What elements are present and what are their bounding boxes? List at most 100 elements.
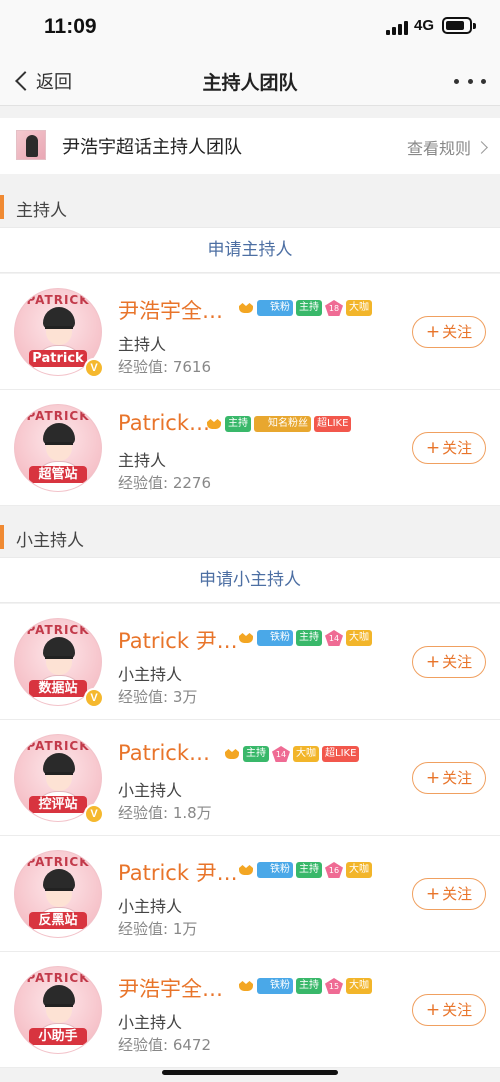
section-accent-bar	[0, 195, 4, 219]
avatar-arc-text: PATRICK	[26, 855, 90, 869]
plus-icon: +	[425, 322, 441, 342]
badge: 主持	[296, 862, 322, 878]
follow-button[interactable]: + 关注	[412, 432, 486, 464]
member-badges: 铁粉 主持 15 大咖	[238, 978, 372, 994]
member-name[interactable]: Patrick…	[118, 411, 210, 435]
follow-button[interactable]: + 关注	[412, 994, 486, 1026]
section-title: 主持人	[16, 201, 67, 221]
badge: 主持	[225, 416, 251, 432]
member-row[interactable]: PATRICK 超管站 Patrick… 主持 知名粉丝 超LIKE 主持人经验值: 227…	[0, 390, 500, 506]
crown-icon	[238, 978, 254, 994]
apply-host-button[interactable]: 申请主持人	[0, 227, 500, 273]
member-avatar[interactable]: PATRICK 小助手	[14, 966, 102, 1054]
section-header-hosts: 主持人	[0, 187, 500, 227]
follow-label: 关注	[442, 323, 473, 341]
plus-icon: +	[425, 438, 441, 458]
level-icon: 14	[325, 630, 343, 646]
badge: 主持	[296, 300, 322, 316]
member-role: 小主持人	[118, 781, 183, 800]
member-badges: 主持 知名粉丝 超LIKE	[206, 416, 352, 432]
member-row[interactable]: PATRICK 小助手 尹浩宇全… 铁粉 主持 15 大咖 小主持人 经验值: 6472 + 关注	[0, 952, 500, 1068]
badge: 超LIKE	[322, 746, 360, 762]
follow-label: 关注	[442, 1001, 473, 1019]
apply-sub-host-button[interactable]: 申请小主持人	[0, 557, 500, 603]
avatar-arc-text: PATRICK	[26, 623, 90, 637]
section-accent-bar	[0, 525, 4, 549]
view-rules-link[interactable]: 查看规则	[406, 135, 488, 159]
avatar-arc-text: PATRICK	[26, 409, 90, 423]
avatar-stamp-text: Patrick	[29, 350, 87, 367]
avatar-stamp-text: 控评站	[29, 796, 87, 813]
member-exp: 经验值: 7616	[118, 358, 211, 376]
member-name[interactable]: Patrick 尹…	[118, 625, 238, 655]
topic-row[interactable]: 尹浩宇超话主持人团队 查看规则	[0, 118, 500, 174]
badge: 铁粉	[257, 978, 293, 994]
topic-name: 尹浩宇超话主持人团队	[62, 137, 242, 158]
member-name[interactable]: Patrick 尹…	[118, 857, 238, 887]
member-exp: 经验值: 3万	[118, 688, 198, 706]
member-badges: 铁粉 主持 18 大咖	[238, 300, 372, 316]
badge: 主持	[296, 630, 322, 646]
badge: 大咖	[293, 746, 319, 762]
view-rules-label: 查看规则	[406, 139, 471, 158]
plus-icon: +	[425, 768, 441, 788]
member-avatar[interactable]: PATRICK 超管站	[14, 404, 102, 492]
member-name[interactable]: 尹浩宇全…	[118, 295, 223, 325]
member-role: 主持人	[118, 451, 167, 470]
badge: 大咖	[346, 978, 372, 994]
member-role: 小主持人	[118, 897, 183, 916]
badge: 大咖	[346, 630, 372, 646]
plus-icon: +	[425, 652, 441, 672]
member-row[interactable]: PATRICK 控评站 V Patrick… 主持 14 大咖 超LIKE 小主持人 经验值: 1…	[0, 720, 500, 836]
crown-icon	[238, 300, 254, 316]
member-row[interactable]: PATRICK Patrick V 尹浩宇全… 铁粉 主持 18 大咖 主持人 经验值: 7616…	[0, 274, 500, 390]
member-exp: 经验值: 2276	[118, 474, 211, 492]
badge: 大咖	[346, 300, 372, 316]
topic-thumbnail	[16, 130, 46, 160]
follow-label: 关注	[442, 769, 473, 787]
signal-icon	[386, 19, 408, 35]
level-icon: 16	[325, 862, 343, 878]
badge: 超LIKE	[314, 416, 352, 432]
member-name[interactable]: Patrick…	[118, 741, 210, 765]
member-row[interactable]: PATRICK 数据站 V Patrick 尹… 铁粉 主持 14 大咖 小主持人 经验值: 3万…	[0, 604, 500, 720]
follow-button[interactable]: + 关注	[412, 316, 486, 348]
member-row[interactable]: PATRICK 反黑站 Patrick 尹… 铁粉 主持 16 大咖小主持人经验值: 1万 +…	[0, 836, 500, 952]
member-role: 主持人	[118, 335, 167, 354]
member-exp: 经验值: 1万	[118, 920, 198, 938]
crown-icon	[238, 630, 254, 646]
nav-bar: 返回 主持人团队	[0, 56, 500, 106]
status-time: 11:09	[44, 15, 97, 38]
level-icon: 14	[272, 746, 290, 762]
crown-icon	[238, 862, 254, 878]
member-name[interactable]: 尹浩宇全…	[118, 973, 223, 1003]
follow-label: 关注	[442, 653, 473, 671]
network-label: 4G	[414, 17, 435, 34]
page-title: 主持人团队	[202, 72, 298, 94]
verified-icon: V	[84, 804, 104, 824]
verified-icon: V	[84, 688, 104, 708]
badge: 铁粉	[257, 630, 293, 646]
avatar-stamp-text: 小助手	[29, 1028, 87, 1045]
follow-button[interactable]: + 关注	[412, 878, 486, 910]
member-badges: 铁粉 主持 14 大咖	[238, 630, 372, 646]
avatar-arc-text: PATRICK	[26, 293, 90, 307]
member-exp: 经验值: 6472	[118, 1036, 211, 1054]
follow-button[interactable]: + 关注	[412, 762, 486, 794]
battery-icon	[442, 17, 476, 34]
badge: 主持	[243, 746, 269, 762]
member-role: 小主持人	[118, 665, 183, 684]
crown-icon	[224, 746, 240, 762]
follow-label: 关注	[442, 885, 473, 903]
member-avatar[interactable]: PATRICK 反黑站	[14, 850, 102, 938]
badge: 主持	[296, 978, 322, 994]
avatar-arc-text: PATRICK	[26, 739, 90, 753]
chevron-right-icon	[475, 140, 488, 154]
follow-button[interactable]: + 关注	[412, 646, 486, 678]
follow-label: 关注	[442, 439, 473, 457]
home-indicator[interactable]	[162, 1070, 338, 1075]
crown-icon	[206, 416, 222, 432]
avatar-stamp-text: 数据站	[29, 680, 87, 697]
member-badges: 铁粉 主持 16 大咖	[238, 862, 372, 878]
more-options-icon[interactable]	[454, 76, 486, 86]
